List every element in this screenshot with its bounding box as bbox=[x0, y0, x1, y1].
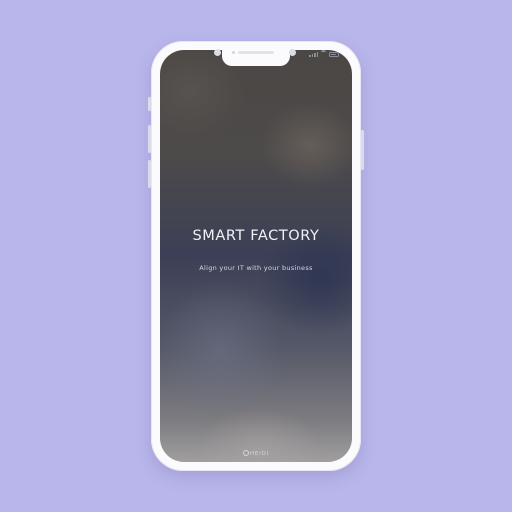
heidi-logo-icon bbox=[242, 450, 249, 456]
brand-footer: HEIDI bbox=[151, 450, 361, 457]
app-tagline: Align your IT with your business bbox=[199, 264, 313, 272]
mockup-stage: SMART FACTORY Align your IT with your bu… bbox=[0, 0, 512, 512]
power-button bbox=[361, 130, 364, 170]
brand-name: HEIDI bbox=[249, 451, 270, 457]
app-title: SMART FACTORY bbox=[192, 228, 320, 244]
splash-content: SMART FACTORY Align your IT with your bu… bbox=[151, 0, 361, 512]
